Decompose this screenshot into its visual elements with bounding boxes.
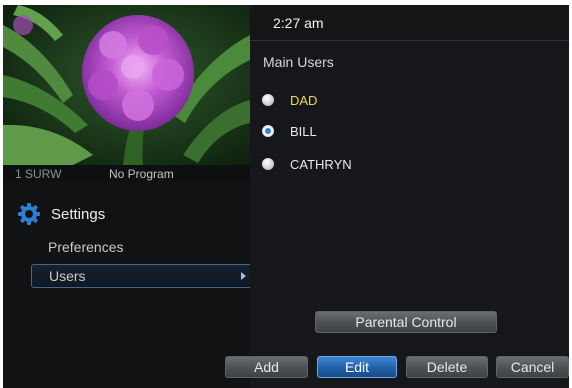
user-label: CATHRYN: [290, 156, 352, 172]
live-tv-preview: [3, 5, 250, 165]
settings-header: Settings: [17, 203, 105, 225]
menu-item-label: Preferences: [48, 239, 124, 255]
main-users-title: Main Users: [263, 54, 334, 70]
user-label: DAD: [290, 92, 318, 108]
gear-icon: [18, 203, 40, 225]
channel-number: 1 SURW: [15, 167, 62, 181]
settings-title: Settings: [51, 205, 106, 223]
user-option-cathryn[interactable]: CATHRYN: [262, 155, 352, 173]
clock-bar: 2:27 am: [250, 5, 569, 41]
cancel-button[interactable]: Cancel: [496, 356, 569, 378]
menu-item-users[interactable]: Users: [31, 264, 253, 288]
user-option-dad[interactable]: DAD: [262, 91, 317, 109]
edit-button[interactable]: Edit: [317, 356, 397, 378]
radio-button-icon[interactable]: [262, 94, 274, 106]
program-title: No Program: [109, 167, 174, 181]
parental-control-button[interactable]: Parental Control: [315, 311, 497, 333]
tv-settings-screen: 1 SURW No Program Settings Preferences U…: [3, 5, 569, 388]
user-settings-panel: 2:27 am Main Users DAD BILL CATHRYN Pare…: [250, 5, 569, 388]
add-button[interactable]: Add: [225, 356, 308, 378]
delete-button[interactable]: Delete: [406, 356, 488, 378]
radio-button-icon[interactable]: [262, 158, 274, 170]
chevron-right-icon: [241, 272, 246, 280]
channel-info-bar: 1 SURW No Program: [3, 165, 250, 182]
menu-item-label: Users: [49, 268, 86, 284]
clock: 2:27 am: [273, 15, 324, 31]
user-option-bill[interactable]: BILL: [262, 122, 317, 140]
flower-preview-image: [3, 5, 250, 165]
radio-button-selected-icon[interactable]: [262, 125, 274, 137]
user-label: BILL: [290, 123, 317, 139]
menu-item-preferences[interactable]: Preferences: [31, 235, 253, 259]
